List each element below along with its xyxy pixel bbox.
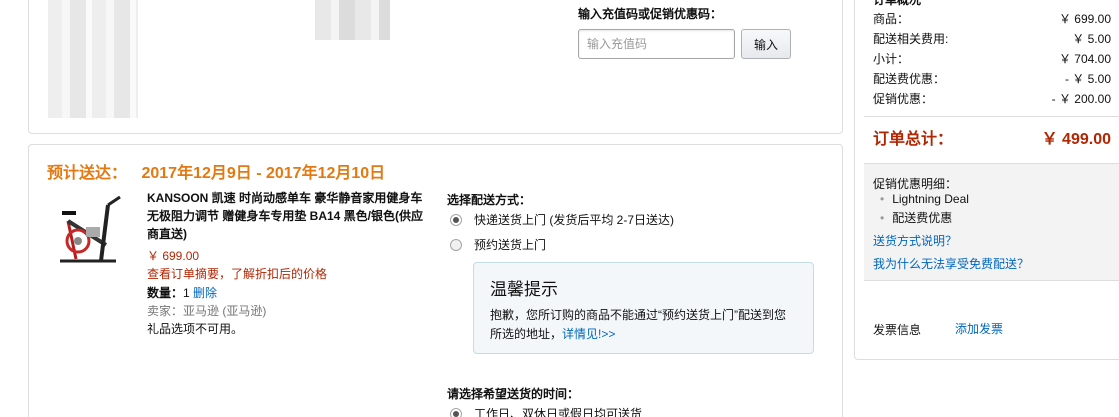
shipping-option-label: 预约送货上门 xyxy=(474,238,547,252)
summary-row-subtotal: 小计： ￥ 704.00 xyxy=(873,50,1111,67)
quantity-label: 数量： xyxy=(147,286,184,300)
summary-row-promo-discount: 促销优惠： - ￥ 200.00 xyxy=(873,90,1111,107)
add-invoice-link[interactable]: 添加发票 xyxy=(955,320,1003,337)
summary-row-shipping: 配送相关费用: ￥ 5.00 xyxy=(873,30,1111,47)
shipping-option-express[interactable]: 快递送货上门 (发货后平均 2-7日送达) xyxy=(450,211,674,228)
notice-text: 抱歉，您所订购的商品不能通过“预约送货上门”配送到您所选的地址， xyxy=(490,308,786,341)
shipping-method-info-link[interactable]: 送货方式说明？ xyxy=(873,232,957,249)
promo-detail-item: Lightning Deal xyxy=(880,192,969,206)
summary-row-label: 小计： xyxy=(873,52,910,66)
summary-row-label: 配送相关费用: xyxy=(873,32,949,46)
summary-row-value: - ￥ 200.00 xyxy=(1051,92,1111,106)
radio-checked-icon[interactable] xyxy=(450,213,462,226)
discount-note: 查看订单摘要，了解折扣后的价格 xyxy=(147,267,328,281)
summary-row-value: ￥ 5.00 xyxy=(1072,32,1111,46)
product-title: KANSOON 凯速 时尚动感单车 豪华静音家用健身车 无极阻力调节 赠健身车专… xyxy=(147,191,424,241)
product-price: ￥ 699.00 xyxy=(147,249,200,263)
quantity-row: 数量：1 删除 xyxy=(147,284,217,301)
blurred-address-block xyxy=(48,0,138,118)
summary-row-value: ￥ 699.00 xyxy=(1058,12,1111,26)
order-total: 订单总计： ￥ 499.00 xyxy=(873,125,1111,149)
shipping-option-appointment[interactable]: 预约送货上门 xyxy=(450,236,546,253)
summary-row-label: 促销优惠： xyxy=(873,92,934,106)
blurred-payment-block xyxy=(315,0,390,40)
delivery-time-option-label: 工作日、双休日或假日均可送货 xyxy=(474,407,643,417)
summary-row-items: 商品： ￥ 699.00 xyxy=(873,10,1111,27)
promo-code-input[interactable] xyxy=(578,29,735,59)
order-total-label: 订单总计： xyxy=(873,131,954,148)
notice-title: 温馨提示 xyxy=(490,280,558,299)
product-image-exercise-bike[interactable] xyxy=(46,191,128,267)
notice-details-link[interactable]: 详情见!>> xyxy=(562,327,615,341)
promo-code-title: 输入充值码或促销优惠码： xyxy=(578,7,723,21)
free-shipping-info-link[interactable]: 我为什么无法享受免费配送？ xyxy=(873,255,1029,272)
delivery-estimate-range: 2017年12月9日 - 2017年12月10日 xyxy=(141,165,386,182)
order-total-value: ￥ 499.00 xyxy=(1041,131,1111,148)
invoice-label: 发票信息 xyxy=(873,323,922,337)
delivery-estimate-label: 预计送达： xyxy=(47,165,128,182)
notice-box: 温馨提示 抱歉，您所订购的商品不能通过“预约送货上门”配送到您所选的地址，详情见… xyxy=(473,262,814,354)
summary-row-value: - ￥ 5.00 xyxy=(1064,72,1111,86)
promo-detail-title: 促销优惠明细： xyxy=(873,177,958,191)
shipping-method-title: 选择配送方式： xyxy=(447,193,532,207)
radio-checked-icon[interactable] xyxy=(450,407,462,417)
order-summary-title: 订单概况 xyxy=(873,0,922,7)
summary-row-label: 配送费优惠： xyxy=(873,72,946,86)
notice-body: 抱歉，您所订购的商品不能通过“预约送货上门”配送到您所选的地址，详情见!>> xyxy=(490,306,797,344)
delivery-estimate: 预计送达： 2017年12月9日 - 2017年12月10日 xyxy=(47,159,395,183)
seller-info: 卖家：亚马逊 (亚马逊) xyxy=(147,304,267,318)
summary-row-shipping-discount: 配送费优惠： - ￥ 5.00 xyxy=(873,70,1111,87)
quantity-value: 1 xyxy=(183,286,190,300)
gift-option-note: 礼品选项不可用。 xyxy=(147,322,244,336)
summary-row-value: ￥ 704.00 xyxy=(1058,52,1111,66)
radio-unchecked-icon[interactable] xyxy=(450,238,462,251)
apply-promo-button[interactable]: 输入 xyxy=(741,29,791,59)
delete-link[interactable]: 删除 xyxy=(193,286,217,300)
promo-detail-item: 配送费优惠 xyxy=(880,209,952,226)
delivery-time-title: 请选择希望送货的时间： xyxy=(447,387,580,401)
summary-divider xyxy=(864,116,1119,117)
shipping-option-label: 快递送货上门 (发货后平均 2-7日送达) xyxy=(474,213,675,227)
summary-row-label: 商品： xyxy=(873,12,910,26)
delivery-time-option[interactable]: 工作日、双休日或假日均可送货 xyxy=(450,405,642,417)
